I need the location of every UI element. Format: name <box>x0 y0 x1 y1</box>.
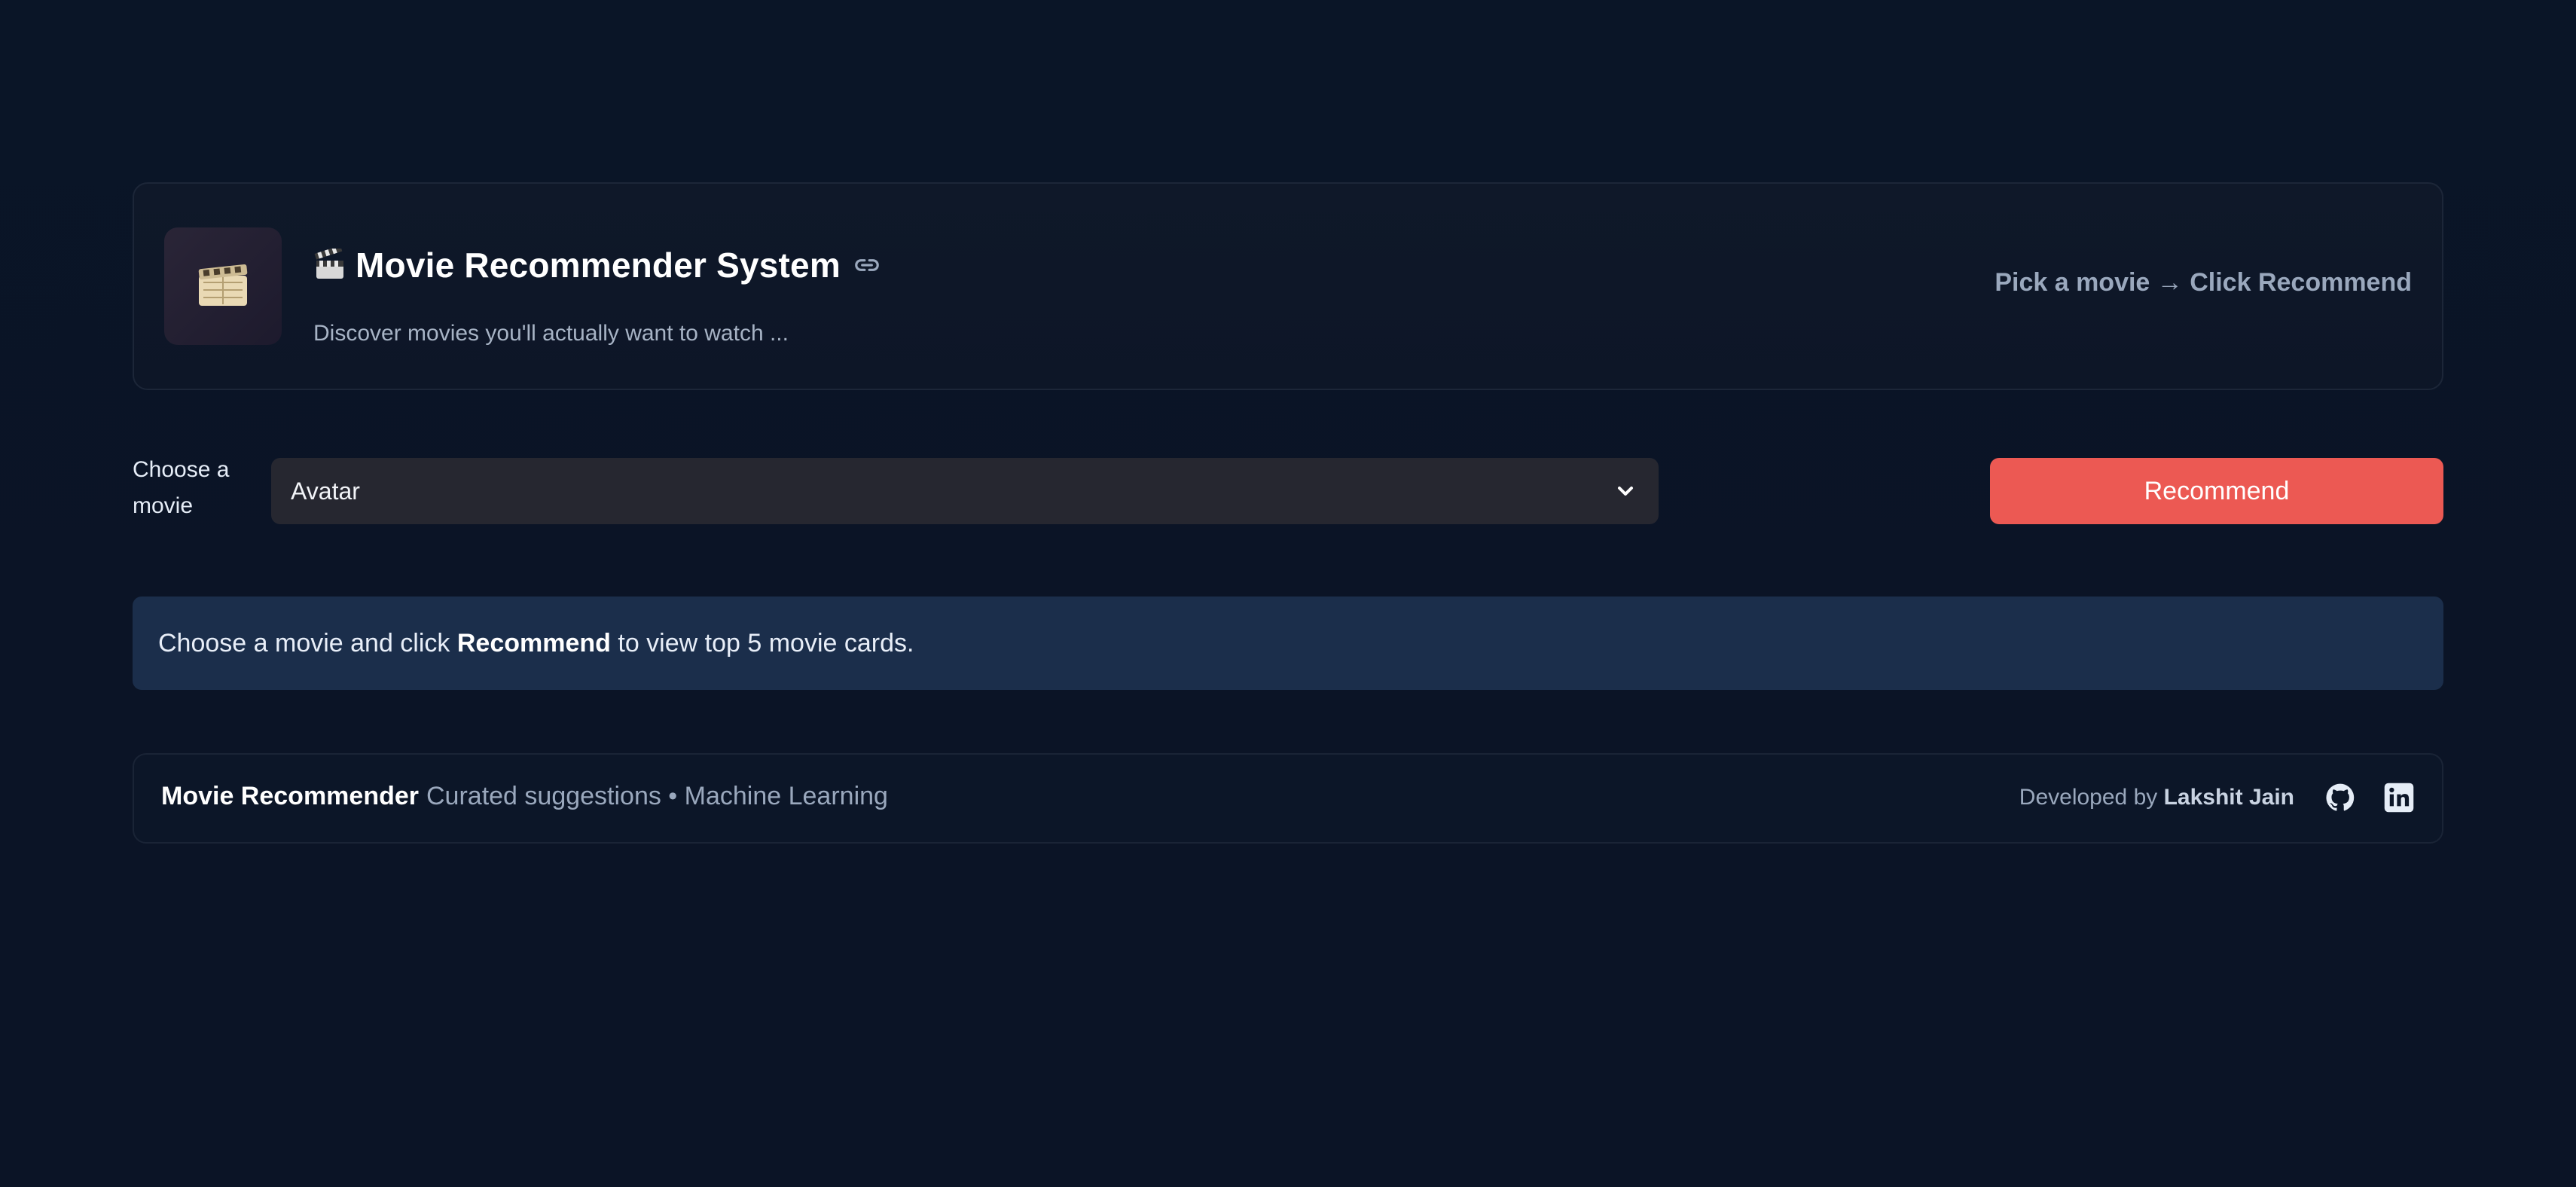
usage-hint: Pick a movie → Click Recommend <box>1995 268 2412 297</box>
footer-developer: Developed by Lakshit Jain <box>2019 785 2294 810</box>
linkedin-icon[interactable] <box>2383 782 2415 813</box>
developer-name[interactable]: Lakshit Jain <box>2164 785 2294 810</box>
clapperboard-icon <box>314 249 343 279</box>
movie-select-value: Avatar <box>291 477 360 505</box>
info-text-emphasis: Recommend <box>456 628 611 658</box>
info-text-suffix: to view top 5 movie cards. <box>610 628 914 658</box>
page-subtitle: Discover movies you'll actually want to … <box>313 321 789 346</box>
chevron-down-icon[interactable] <box>1613 479 1637 503</box>
film-reel-icon <box>198 264 248 306</box>
main-container: Movie Recommender System Discover movies… <box>133 182 2443 844</box>
movie-select[interactable]: Avatar <box>271 458 1659 524</box>
recommend-button[interactable]: Recommend <box>1990 458 2443 524</box>
footer-brand: Movie Recommender <box>161 782 419 810</box>
footer-tagline: Curated suggestions • Machine Learning <box>426 782 888 810</box>
link-icon[interactable] <box>853 251 881 279</box>
header-card: Movie Recommender System Discover movies… <box>133 182 2443 390</box>
info-banner: Choose a movie and click Recommend to vi… <box>133 597 2443 690</box>
app-page: Movie Recommender System Discover movies… <box>0 0 2576 1187</box>
developed-by-label: Developed by <box>2019 785 2164 810</box>
footer: Movie Recommender Curated suggestions • … <box>133 753 2443 844</box>
page-title: Movie Recommender System <box>356 246 841 285</box>
title-row: Movie Recommender System <box>313 243 881 288</box>
logo-tile <box>164 227 282 345</box>
movie-select-label: Choose a movie <box>133 457 230 518</box>
info-text-prefix: Choose a movie and click <box>158 628 457 658</box>
controls-row: Choose a movie Avatar Recommend <box>133 457 2443 524</box>
github-icon[interactable] <box>2324 782 2356 813</box>
